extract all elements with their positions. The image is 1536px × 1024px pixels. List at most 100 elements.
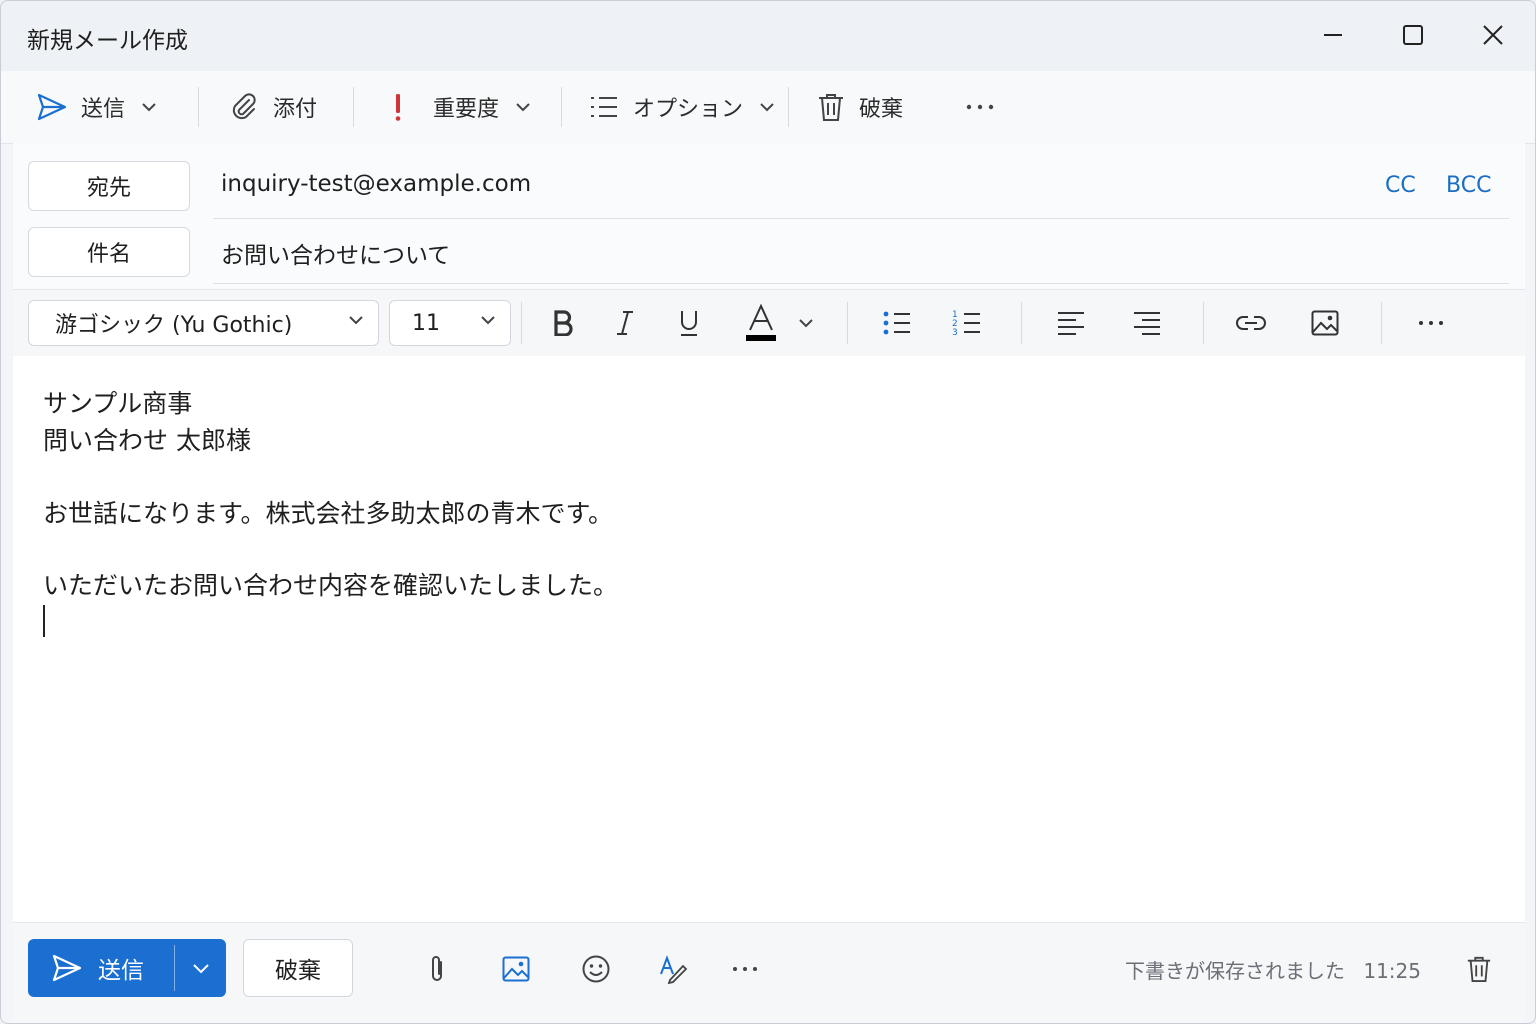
- bold-button[interactable]: [545, 304, 581, 342]
- address-fields: 宛先 inquiry-test@example.com CC BCC 件名 お問…: [13, 143, 1525, 289]
- font-color-dropdown[interactable]: [795, 304, 817, 342]
- font-size-value: 11: [412, 310, 440, 336]
- send-icon: [52, 954, 82, 982]
- text-cursor: [43, 605, 45, 637]
- insert-picture-button[interactable]: [496, 949, 536, 989]
- send-toolbar-label: 送信: [81, 97, 126, 122]
- exclamation-icon: [395, 94, 401, 121]
- toolbar-divider: [561, 87, 562, 127]
- toolbar-divider: [1021, 302, 1022, 344]
- trash-icon: [1467, 956, 1491, 982]
- numbered-list-button[interactable]: 123: [947, 304, 987, 342]
- underline-button[interactable]: [671, 304, 707, 342]
- numbered-list-icon: 123: [952, 310, 980, 337]
- attach-toolbar-label: 添付: [273, 97, 318, 122]
- chevron-down-icon: [799, 319, 813, 328]
- body-line: いただいたお問い合わせ内容を確認いたしました。: [43, 571, 619, 600]
- options-toolbar-button[interactable]: オプション: [589, 89, 775, 125]
- window-title: 新規メール作成: [27, 28, 188, 54]
- draft-status: 下書きが保存されました 11:25: [1125, 955, 1421, 984]
- close-icon: [1483, 25, 1503, 45]
- more-footer-button[interactable]: [725, 949, 765, 989]
- toolbar-divider: [1381, 302, 1382, 344]
- body-line: サンプル商事: [43, 389, 193, 418]
- to-button[interactable]: 宛先: [28, 161, 190, 211]
- italic-icon: [617, 311, 633, 335]
- minimize-icon: [1324, 34, 1342, 36]
- divider: [213, 283, 1509, 284]
- chevron-down-icon: [192, 964, 209, 974]
- importance-toolbar-button[interactable]: 重要度: [387, 89, 531, 125]
- discard-button[interactable]: 破棄: [243, 939, 353, 997]
- pen-check-icon: [660, 955, 688, 984]
- chevron-down-icon[interactable]: [759, 101, 775, 113]
- chevron-down-icon[interactable]: [515, 101, 531, 113]
- toolbar-divider: [788, 87, 789, 127]
- emoji-icon: [582, 955, 610, 983]
- italic-button[interactable]: [607, 304, 643, 342]
- more-icon: [733, 967, 757, 971]
- title-bar: 新規メール作成: [1, 1, 1535, 71]
- subject-field[interactable]: お問い合わせについて: [221, 236, 450, 270]
- options-toolbar-label: オプション: [633, 97, 744, 122]
- image-icon: [1311, 310, 1339, 336]
- chevron-down-icon: [481, 316, 495, 325]
- align-left-button[interactable]: [1051, 304, 1091, 342]
- compose-footer: 送信 破棄 下書きが保存されました 11:25: [13, 922, 1525, 1023]
- send-icon: [37, 93, 67, 121]
- draft-status-time: 11:25: [1363, 959, 1421, 983]
- insert-image-button[interactable]: [1305, 304, 1345, 342]
- more-toolbar-button[interactable]: [965, 89, 995, 125]
- bullet-list-button[interactable]: [877, 304, 917, 342]
- minimize-button[interactable]: [1313, 17, 1353, 53]
- align-left-icon: [1058, 312, 1084, 335]
- send-button[interactable]: 送信: [28, 939, 174, 997]
- more-format-button[interactable]: [1411, 304, 1451, 342]
- attach-file-button[interactable]: [417, 949, 457, 989]
- emoji-button[interactable]: [576, 949, 616, 989]
- subject-label-box: 件名: [28, 227, 190, 277]
- paperclip-icon: [232, 93, 256, 120]
- to-field[interactable]: inquiry-test@example.com: [221, 171, 531, 197]
- font-size-select[interactable]: 11: [389, 300, 511, 346]
- compose-toolbar: 送信 添付 重要度 オプション 破棄: [1, 71, 1535, 144]
- align-right-button[interactable]: [1127, 304, 1167, 342]
- send-options-dropdown[interactable]: [175, 939, 226, 997]
- toolbar-divider: [521, 302, 522, 344]
- link-button[interactable]: [1231, 304, 1271, 342]
- font-color-button[interactable]: [743, 304, 779, 342]
- maximize-button[interactable]: [1393, 17, 1433, 53]
- send-toolbar-button[interactable]: 送信: [37, 89, 157, 125]
- attach-toolbar-button[interactable]: 添付: [229, 89, 317, 125]
- bold-icon: [554, 310, 573, 336]
- discard-toolbar-label: 破棄: [859, 97, 904, 122]
- editor-proofing-button[interactable]: [653, 949, 693, 989]
- list-options-icon: [591, 97, 617, 117]
- align-right-icon: [1134, 312, 1160, 335]
- paperclip-icon: [432, 956, 442, 981]
- font-family-select[interactable]: 游ゴシック (Yu Gothic): [28, 300, 379, 346]
- bcc-link[interactable]: BCC: [1446, 173, 1491, 198]
- font-family-value: 游ゴシック (Yu Gothic): [55, 313, 293, 338]
- cc-link[interactable]: CC: [1385, 173, 1416, 198]
- more-icon: [966, 104, 994, 110]
- toolbar-divider: [847, 302, 848, 344]
- body-line: お世話になります。株式会社多助太郎の青木です。: [43, 499, 614, 528]
- delete-draft-button[interactable]: [1459, 949, 1499, 989]
- bullet-list-icon: [883, 311, 910, 335]
- compose-window: 新規メール作成 送信 添付 重要度 オプション 破棄 宛先 inquiry-te…: [0, 0, 1536, 1024]
- message-body-editor[interactable]: サンプル商事 問い合わせ 太郎様 お世話になります。株式会社多助太郎の青木です。…: [13, 356, 1525, 922]
- svg-text:3: 3: [952, 328, 958, 337]
- toolbar-divider: [198, 87, 199, 127]
- close-button[interactable]: [1473, 17, 1513, 53]
- toolbar-divider: [353, 87, 354, 127]
- formatting-toolbar: 游ゴシック (Yu Gothic) 11 123: [13, 289, 1525, 357]
- discard-toolbar-button[interactable]: 破棄: [817, 89, 903, 125]
- divider: [213, 218, 1509, 219]
- maximize-icon: [1403, 25, 1423, 45]
- image-icon: [502, 956, 530, 982]
- chevron-down-icon[interactable]: [141, 101, 157, 113]
- underline-icon: [681, 311, 697, 336]
- send-button-label: 送信: [98, 958, 144, 984]
- trash-icon: [819, 94, 843, 121]
